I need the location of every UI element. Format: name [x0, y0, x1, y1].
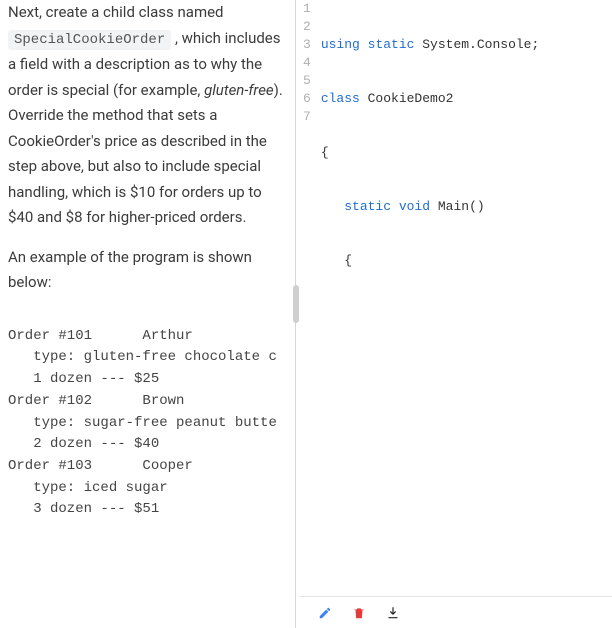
code-line-7: [321, 360, 612, 378]
code-area[interactable]: using static System.Console; class Cooki…: [317, 0, 612, 596]
code-line-3: {: [321, 144, 612, 162]
kw-static: static: [368, 37, 415, 52]
app-root: Next, create a child class named Special…: [0, 0, 612, 628]
kw-class: class: [321, 91, 360, 106]
line-gutter: 1 2 3 4 5 6 7: [299, 0, 317, 596]
kw-void: void: [391, 199, 430, 214]
method-name: Main: [430, 199, 469, 214]
parens: (): [469, 199, 485, 214]
code-line-4: static void Main(): [321, 198, 612, 216]
editor-pane: 1 2 3 4 5 6 7 using static System.Consol…: [299, 0, 612, 628]
example-output: Order #101 Arthur type: gluten-free choc…: [8, 326, 285, 521]
gutter-line: 5: [303, 72, 311, 90]
paragraph-2: An example of the program is shown below…: [8, 245, 285, 296]
code-line-6: [321, 306, 612, 324]
gutter-line: 4: [303, 54, 311, 72]
divider-drag-handle[interactable]: [293, 285, 299, 323]
indent: [321, 199, 344, 214]
editor-toolbar: [299, 596, 612, 628]
edit-icon[interactable]: [317, 605, 333, 621]
instructions-pane: Next, create a child class named Special…: [0, 0, 293, 628]
code-editor[interactable]: 1 2 3 4 5 6 7 using static System.Consol…: [299, 0, 612, 596]
gutter-line: 7: [303, 108, 311, 126]
download-icon[interactable]: [385, 605, 401, 621]
kw-static2: static: [344, 199, 391, 214]
code-line-2: class CookieDemo2: [321, 90, 612, 108]
pane-divider[interactable]: [293, 0, 299, 628]
gutter-line: 1: [303, 0, 311, 18]
trash-icon[interactable]: [351, 605, 367, 621]
class-name: CookieDemo2: [360, 91, 454, 106]
gutter-line: 3: [303, 36, 311, 54]
code-chip-specialcookieorder: SpecialCookieOrder: [8, 30, 171, 50]
p1-prefix: Next, create a child class named: [8, 3, 224, 21]
description-text: Next, create a child class named Special…: [8, 0, 285, 296]
kw-using: using: [321, 37, 360, 52]
code-line-5: {: [321, 252, 612, 270]
gutter-line: 6: [303, 90, 311, 108]
ident-system-console: System.Console;: [414, 37, 539, 52]
p1-suffix: ). Override the method that sets a Cooki…: [8, 81, 283, 227]
italic-example: gluten-free: [204, 81, 274, 99]
gutter-line: 2: [303, 18, 311, 36]
code-line-1: using static System.Console;: [321, 36, 612, 54]
paragraph-1: Next, create a child class named Special…: [8, 0, 285, 231]
